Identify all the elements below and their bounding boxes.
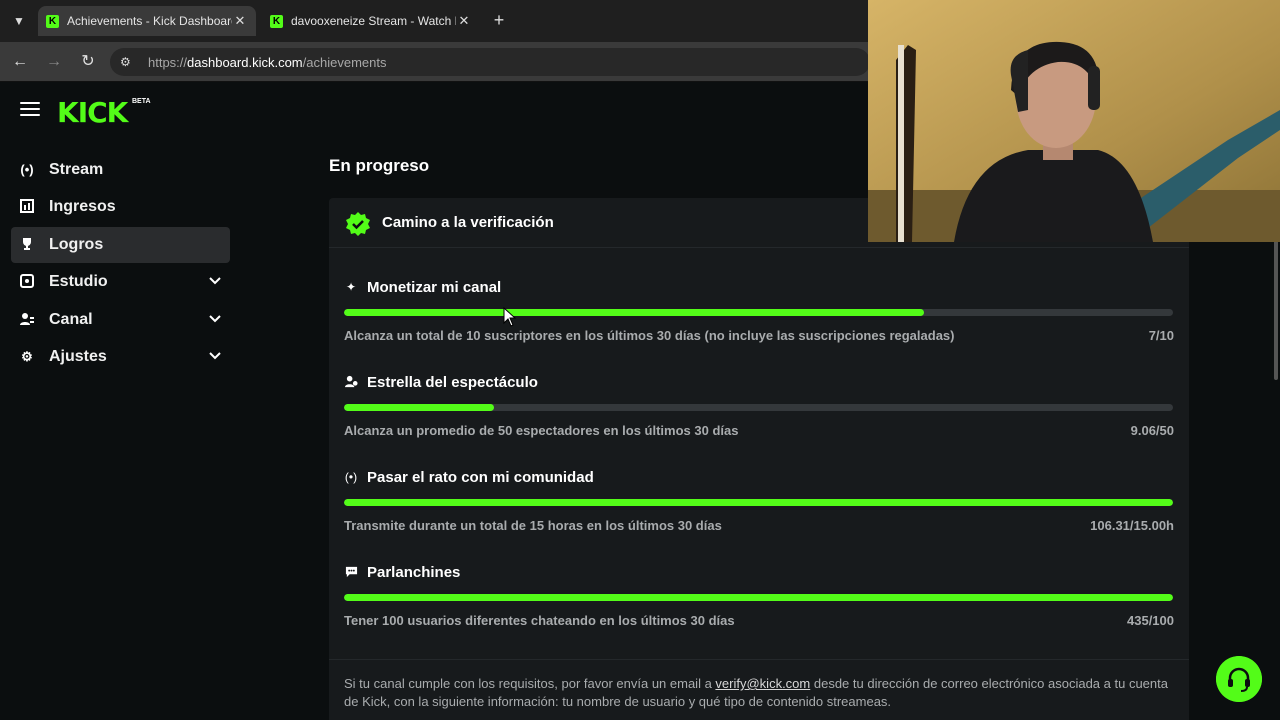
kick-favicon-icon: K [270, 14, 283, 28]
footer-text: Si tu canal cumple con los requisitos, p… [344, 676, 716, 691]
webcam-overlay [868, 0, 1280, 242]
sidebar-item-stream[interactable]: (•) Stream [11, 152, 230, 188]
url-scheme: https:// [148, 54, 188, 70]
achievement-item: (•) Pasar el rato con mi comunidad Trans… [344, 467, 1174, 533]
progress-fill [344, 499, 1173, 506]
users-icon [19, 312, 35, 328]
sidebar-item-label: Estudio [49, 273, 108, 290]
achievement-value: 7/10 [1148, 328, 1174, 343]
reload-icon[interactable]: ↻ [76, 50, 100, 74]
back-arrow-icon[interactable]: ← [8, 50, 32, 74]
achievement-title: Pasar el rato con mi comunidad [367, 468, 594, 486]
progress-bar [344, 499, 1173, 506]
progress-fill [344, 404, 495, 411]
broadcast-icon: (•) [344, 470, 358, 484]
sidebar-item-ingresos[interactable]: Ingresos [11, 189, 230, 225]
url-path: /achievements [302, 54, 387, 70]
sidebar-item-logros[interactable]: Logros [11, 227, 230, 263]
achievement-description: Alcanza un promedio de 50 espectadores e… [344, 423, 739, 438]
site-info-icon[interactable]: ⚙ [120, 55, 136, 69]
progress-bar [344, 309, 1173, 316]
support-chat-button[interactable] [1216, 656, 1262, 702]
browser-tab-achievements[interactable]: K Achievements - Kick Dashboard ✕ [38, 6, 256, 36]
viewers-icon [344, 375, 358, 389]
close-tab-icon[interactable]: ✕ [232, 13, 248, 29]
sparkle-icon: ✦ [345, 280, 357, 294]
sidebar-item-ajustes[interactable]: ⚙ Ajustes [11, 339, 230, 375]
browser-tab-stream[interactable]: K davooxeneize Stream - Watch L ✕ [262, 6, 480, 36]
address-bar[interactable]: ⚙ https://dashboard.kick.com/achievement… [110, 48, 870, 76]
app-header: KICK BETA [0, 82, 870, 144]
page-scrollbar[interactable] [1272, 240, 1280, 720]
achievement-value: 435/100 [1127, 613, 1174, 628]
achievement-description: Transmite durante un total de 15 horas e… [344, 518, 722, 533]
achievement-description: Alcanza un total de 10 suscriptores en l… [344, 328, 955, 343]
hamburger-menu-icon[interactable] [20, 102, 40, 122]
tab-search-chevron-icon[interactable]: ▼ [8, 10, 30, 32]
progress-bar [344, 404, 1173, 411]
progress-fill [344, 309, 925, 316]
achievement-title: Parlanchines [367, 563, 461, 581]
sidebar-item-label: Stream [49, 161, 104, 178]
beta-badge: BETA [132, 98, 151, 105]
achievement-title: Monetizar mi canal [367, 278, 502, 296]
card-title: Camino a la verificación [382, 214, 554, 231]
achievement-value: 9.06/50 [1130, 423, 1174, 438]
achievement-item: Parlanchines Tener 100 usuarios diferent… [344, 562, 1174, 628]
trophy-icon [19, 237, 35, 253]
sidebar-item-label: Canal [49, 311, 93, 328]
sidebar-item-label: Ingresos [49, 198, 116, 215]
gear-icon: ⚙ [21, 349, 33, 364]
chat-icon [344, 565, 358, 579]
sidebar-item-label: Ajustes [49, 348, 107, 365]
sidebar-item-estudio[interactable]: Estudio [11, 264, 230, 300]
verification-card: Camino a la verificación ✦ Monetizar mi … [329, 198, 1189, 720]
scrollbar-thumb[interactable] [1274, 240, 1278, 380]
chevron-down-icon[interactable] [208, 349, 222, 363]
close-tab-icon[interactable]: ✕ [456, 13, 472, 29]
progress-fill [344, 594, 1173, 601]
new-tab-icon[interactable]: + [488, 10, 510, 32]
verified-badge-icon [346, 212, 370, 236]
kick-logo[interactable]: KICK [57, 98, 128, 128]
achievement-value: 106.31/15.00h [1090, 518, 1174, 533]
kick-favicon-icon: K [46, 14, 59, 28]
achievement-item: ✦ Monetizar mi canal Alcanza un total de… [344, 277, 1174, 343]
divider [329, 659, 1189, 660]
verify-email-link[interactable]: verify@kick.com [715, 676, 810, 691]
sidebar-item-canal[interactable]: Canal [11, 302, 230, 338]
tab-title: davooxeneize Stream - Watch L [291, 14, 456, 28]
chevron-down-icon[interactable] [208, 312, 222, 326]
sidebar-item-label: Logros [49, 236, 104, 253]
forward-arrow-icon[interactable]: → [42, 50, 66, 74]
verification-instructions: Si tu canal cumple con los requisitos, p… [344, 675, 1174, 711]
chart-icon [19, 199, 35, 215]
progress-bar [344, 594, 1173, 601]
url-host: dashboard.kick.com [187, 54, 303, 70]
broadcast-icon: (•) [20, 162, 34, 177]
tab-title: Achievements - Kick Dashboard [67, 14, 232, 28]
studio-icon [19, 274, 35, 290]
mouse-cursor-icon [503, 307, 517, 327]
chevron-down-icon[interactable] [208, 274, 222, 288]
achievement-description: Tener 100 usuarios diferentes chateando … [344, 613, 735, 628]
achievement-title: Estrella del espectáculo [367, 373, 538, 391]
achievement-item: Estrella del espectáculo Alcanza un prom… [344, 372, 1174, 438]
section-title: En progreso [329, 156, 430, 175]
